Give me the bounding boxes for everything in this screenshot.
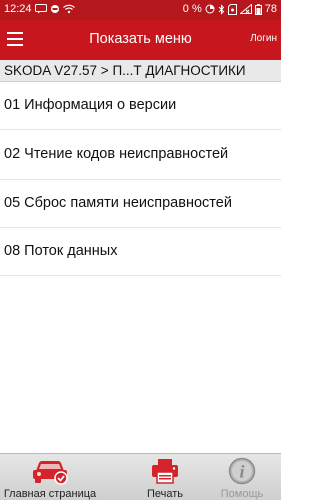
data-saver-icon <box>205 4 215 14</box>
car-home-icon <box>30 457 70 485</box>
menu-list: 01 Информация о версии 02 Чтение кодов н… <box>0 82 281 276</box>
no-signal-icon <box>239 4 252 14</box>
login-button[interactable]: Логин <box>250 33 277 44</box>
message-icon <box>34 4 47 14</box>
battery-icon <box>254 3 262 15</box>
sim-icon <box>227 3 237 15</box>
status-bar: 12:24 0 % 78 <box>0 0 281 20</box>
hamburger-menu-icon[interactable] <box>4 28 26 50</box>
nav-print-label: Печать <box>146 488 184 500</box>
nav-home-button[interactable]: Главная страница <box>4 454 96 501</box>
bluetooth-icon <box>218 3 225 15</box>
breadcrumb: SKODA V27.57 > П...Т ДИАГНОСТИКИ <box>0 60 281 82</box>
nav-help-button[interactable]: i Помощь <box>212 454 272 501</box>
info-icon: i <box>228 457 256 485</box>
page-title: Показать меню <box>89 31 192 47</box>
menu-item-data-stream[interactable]: 08 Поток данных <box>0 228 281 276</box>
nav-print-button[interactable]: Печать <box>125 454 205 501</box>
wifi-icon <box>62 4 75 14</box>
notification-icon <box>50 4 60 14</box>
menu-item-version-info[interactable]: 01 Информация о версии <box>0 82 281 130</box>
status-time: 12:24 <box>4 3 32 15</box>
menu-item-clear-fault-memory[interactable]: 05 Сброс памяти неисправностей <box>0 180 281 228</box>
status-bar-right: 0 % 78 <box>183 3 277 15</box>
svg-text:i: i <box>239 462 244 482</box>
battery-percent: 0 % <box>182 3 202 15</box>
status-bar-left: 12:24 <box>4 3 75 15</box>
menu-item-read-fault-codes[interactable]: 02 Чтение кодов неисправностей <box>0 130 281 180</box>
nav-help-label: Помощь <box>220 488 264 500</box>
nav-home-label: Главная страница <box>3 488 97 500</box>
bottom-nav: Главная страница Печать i Помощь <box>0 453 281 500</box>
battery-level: 78 <box>264 3 277 15</box>
printer-icon <box>150 457 180 485</box>
app-bar: Показать меню Логин <box>0 20 281 60</box>
